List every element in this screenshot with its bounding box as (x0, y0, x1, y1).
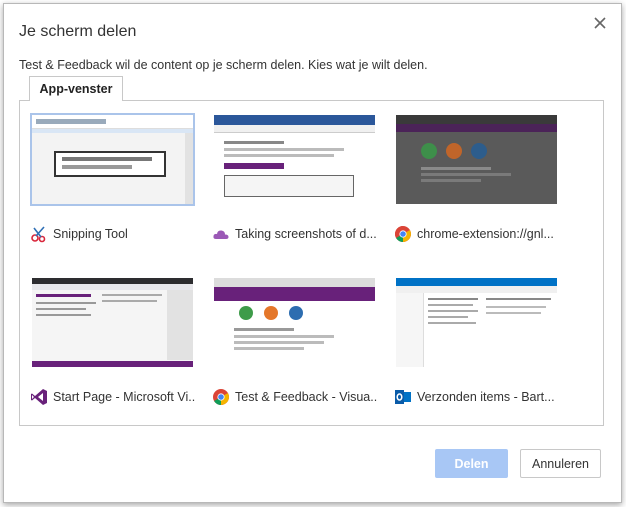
share-button[interactable]: Delen (435, 449, 508, 478)
window-item-test-feedback[interactable]: Test & Feedback - Visua... (212, 278, 377, 418)
window-thumbnail (30, 113, 195, 206)
window-item-outlook[interactable]: Verzonden items - Bart... (394, 278, 559, 418)
scissors-icon (30, 225, 48, 243)
window-title: Taking screenshots of d... (235, 227, 377, 241)
cloud-icon (212, 225, 230, 243)
outlook-icon (394, 388, 412, 406)
cancel-button[interactable]: Annuleren (520, 449, 601, 478)
window-item-taking-screenshots[interactable]: Taking screenshots of d... (212, 115, 377, 255)
window-thumbnail (214, 278, 375, 367)
window-thumbnail (396, 115, 557, 204)
window-title: Start Page - Microsoft Vi... (53, 390, 195, 404)
tab-app-window[interactable]: App-venster (29, 76, 123, 101)
window-item-chrome-extension[interactable]: chrome-extension://gnl... (394, 115, 559, 255)
window-thumbnail (214, 115, 375, 204)
window-item-snipping-tool[interactable]: Snipping Tool (30, 113, 195, 255)
chrome-icon (394, 225, 412, 243)
visual-studio-icon (30, 388, 48, 406)
dialog-title: Je scherm delen (19, 23, 137, 40)
window-title: Verzonden items - Bart... (417, 390, 555, 404)
dialog-description: Test & Feedback wil de content op je sch… (19, 58, 428, 72)
window-title: Test & Feedback - Visua... (235, 390, 377, 404)
window-thumbnail (32, 278, 193, 367)
window-picker-panel: Snipping Tool Taking screenshots of d...… (19, 100, 604, 426)
chrome-icon (212, 388, 230, 406)
window-title: Snipping Tool (53, 227, 128, 241)
window-item-visual-studio[interactable]: Start Page - Microsoft Vi... (30, 278, 195, 418)
close-icon[interactable] (593, 16, 607, 30)
window-thumbnail (396, 278, 557, 367)
window-title: chrome-extension://gnl... (417, 227, 554, 241)
share-screen-dialog: Je scherm delen Test & Feedback wil de c… (3, 3, 622, 503)
